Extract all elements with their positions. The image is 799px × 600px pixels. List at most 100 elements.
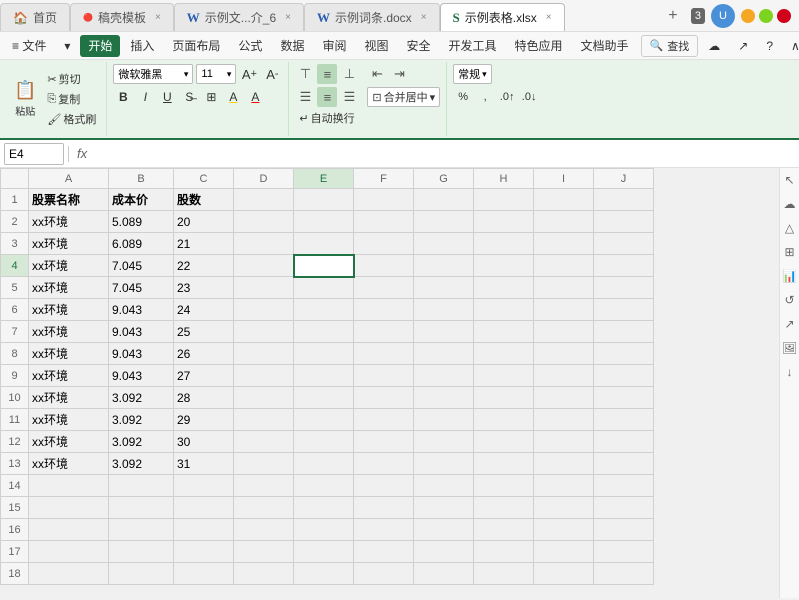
cell-F5[interactable] — [354, 277, 414, 299]
row-header-7[interactable]: 7 — [1, 321, 29, 343]
cell-C10[interactable]: 28 — [174, 387, 234, 409]
cell-B11[interactable]: 3.092 — [109, 409, 174, 431]
cell-A7[interactable]: xx环境 — [29, 321, 109, 343]
cell-H15[interactable] — [474, 497, 534, 519]
cell-C17[interactable] — [174, 541, 234, 563]
cell-D2[interactable] — [234, 211, 294, 233]
menu-review[interactable]: 审阅 — [314, 35, 354, 57]
cell-H1[interactable] — [474, 189, 534, 211]
cell-J13[interactable] — [594, 453, 654, 475]
row-header-3[interactable]: 3 — [1, 233, 29, 255]
cell-E15[interactable] — [294, 497, 354, 519]
menu-search[interactable]: 🔍查找 — [641, 35, 699, 57]
maximize-button[interactable] — [759, 9, 773, 23]
cell-J11[interactable] — [594, 409, 654, 431]
col-header-G[interactable]: G — [414, 169, 474, 189]
sidebar-cursor-icon[interactable]: ↖ — [782, 172, 798, 188]
cell-A13[interactable]: xx环境 — [29, 453, 109, 475]
add-tab-button[interactable]: + — [661, 4, 685, 28]
cell-H8[interactable] — [474, 343, 534, 365]
cell-G9[interactable] — [414, 365, 474, 387]
cell-H12[interactable] — [474, 431, 534, 453]
menu-share[interactable]: ↗ — [730, 35, 756, 57]
cell-A5[interactable]: xx环境 — [29, 277, 109, 299]
cell-A15[interactable] — [29, 497, 109, 519]
cell-D18[interactable] — [234, 563, 294, 585]
cell-I15[interactable] — [534, 497, 594, 519]
col-header-A[interactable]: A — [29, 169, 109, 189]
cell-J5[interactable] — [594, 277, 654, 299]
cell-I13[interactable] — [534, 453, 594, 475]
cell-A6[interactable]: xx环境 — [29, 299, 109, 321]
strikethrough-button[interactable]: S̶ — [179, 87, 199, 107]
cell-G18[interactable] — [414, 563, 474, 585]
row-header-16[interactable]: 16 — [1, 519, 29, 541]
cell-I17[interactable] — [534, 541, 594, 563]
row-header-1[interactable]: 1 — [1, 189, 29, 211]
cell-F10[interactable] — [354, 387, 414, 409]
row-header-18[interactable]: 18 — [1, 563, 29, 585]
minimize-button[interactable] — [741, 9, 755, 23]
sidebar-refresh-icon[interactable]: ↺ — [782, 292, 798, 308]
cell-B16[interactable] — [109, 519, 174, 541]
cell-I14[interactable] — [534, 475, 594, 497]
cell-C8[interactable]: 26 — [174, 343, 234, 365]
cell-F18[interactable] — [354, 563, 414, 585]
cell-G13[interactable] — [414, 453, 474, 475]
cell-I2[interactable] — [534, 211, 594, 233]
decrease-font-button[interactable]: A- — [262, 64, 282, 84]
row-header-13[interactable]: 13 — [1, 453, 29, 475]
cell-E5[interactable] — [294, 277, 354, 299]
cell-B13[interactable]: 3.092 — [109, 453, 174, 475]
cell-E17[interactable] — [294, 541, 354, 563]
cell-I8[interactable] — [534, 343, 594, 365]
sidebar-download-icon[interactable]: ↓ — [782, 364, 798, 380]
underline-button[interactable]: U — [157, 87, 177, 107]
col-header-H[interactable]: H — [474, 169, 534, 189]
cell-A10[interactable]: xx环境 — [29, 387, 109, 409]
cell-C12[interactable]: 30 — [174, 431, 234, 453]
fx-button[interactable]: fx — [73, 146, 91, 161]
cell-C9[interactable]: 27 — [174, 365, 234, 387]
cell-I4[interactable] — [534, 255, 594, 277]
cell-J4[interactable] — [594, 255, 654, 277]
italic-button[interactable]: I — [135, 87, 155, 107]
menu-quick[interactable]: ▾ — [56, 35, 78, 57]
cell-B18[interactable] — [109, 563, 174, 585]
cell-B9[interactable]: 9.043 — [109, 365, 174, 387]
cell-H14[interactable] — [474, 475, 534, 497]
tab-home[interactable]: 🏠首页 — [0, 3, 70, 31]
sidebar-grid-icon[interactable]: ⊞ — [782, 244, 798, 260]
cell-I6[interactable] — [534, 299, 594, 321]
cell-D3[interactable] — [234, 233, 294, 255]
cell-E8[interactable] — [294, 343, 354, 365]
cell-J14[interactable] — [594, 475, 654, 497]
cell-G3[interactable] — [414, 233, 474, 255]
cell-D6[interactable] — [234, 299, 294, 321]
cut-button[interactable]: ✂ 剪切 — [43, 70, 100, 88]
cell-G5[interactable] — [414, 277, 474, 299]
increase-font-button[interactable]: A+ — [239, 64, 259, 84]
cell-D4[interactable] — [234, 255, 294, 277]
menu-file[interactable]: ≡ 文件 — [4, 35, 54, 57]
cell-F11[interactable] — [354, 409, 414, 431]
cell-F9[interactable] — [354, 365, 414, 387]
cell-J12[interactable] — [594, 431, 654, 453]
cell-F14[interactable] — [354, 475, 414, 497]
cell-E6[interactable] — [294, 299, 354, 321]
cell-J17[interactable] — [594, 541, 654, 563]
cell-G4[interactable] — [414, 255, 474, 277]
menu-layout[interactable]: 页面布局 — [164, 35, 228, 57]
cell-D5[interactable] — [234, 277, 294, 299]
menu-data[interactable]: 数据 — [272, 35, 312, 57]
sidebar-image-icon[interactable]: 🖼 — [782, 340, 798, 356]
font-size-selector[interactable]: 11 ▾ — [196, 64, 236, 84]
cell-J10[interactable] — [594, 387, 654, 409]
cell-J18[interactable] — [594, 563, 654, 585]
merge-center-button[interactable]: ⊡ 合并居中 ▾ — [367, 87, 440, 107]
cell-E2[interactable] — [294, 211, 354, 233]
cell-C11[interactable]: 29 — [174, 409, 234, 431]
tab-close-template[interactable]: × — [155, 12, 161, 23]
cell-G7[interactable] — [414, 321, 474, 343]
cell-G6[interactable] — [414, 299, 474, 321]
